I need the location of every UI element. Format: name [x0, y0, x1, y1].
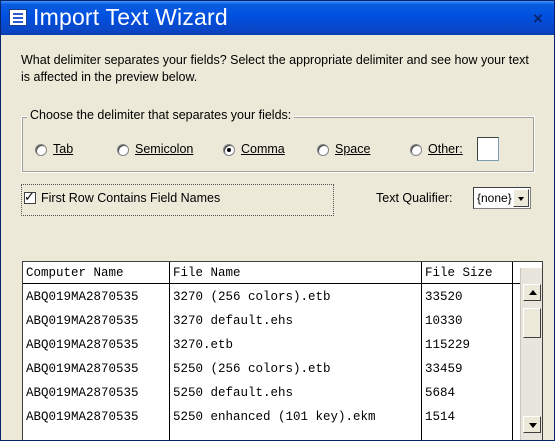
- radio-semicolon-indicator: [117, 144, 129, 156]
- column-header-file-name[interactable]: File Name: [170, 262, 422, 284]
- text-qualifier-value: {none}: [477, 191, 512, 205]
- column-divider[interactable]: [512, 262, 513, 440]
- cell-file-name: 5250 (256 colors).etb: [173, 362, 331, 376]
- first-row-field-names-checkbox[interactable]: ✓: [24, 189, 36, 204]
- arrow-down-icon: [529, 423, 537, 428]
- preview-header-row: Computer Name File Name File Size: [23, 262, 520, 284]
- radio-semicolon-label: Semicolon: [135, 142, 194, 156]
- radio-other-indicator: [410, 144, 422, 156]
- column-header-computer-name[interactable]: Computer Name: [23, 262, 170, 284]
- cell-file-name: 3270 default.ehs: [173, 314, 294, 328]
- cell-computer-name: ABQ019MA2870535: [26, 338, 139, 352]
- cell-file-size: 33459: [425, 362, 463, 376]
- scroll-up-button[interactable]: [523, 284, 541, 301]
- arrow-up-icon: [529, 290, 537, 295]
- cell-file-size: 5684: [425, 386, 456, 400]
- cell-computer-name: ABQ019MA2870535: [26, 290, 139, 304]
- radio-space-indicator: [317, 144, 329, 156]
- close-button[interactable]: ×: [530, 10, 546, 27]
- radio-other-label: Other:: [428, 142, 463, 156]
- radio-comma-label: Comma: [241, 142, 285, 156]
- title-bar[interactable]: Import Text Wizard ×: [1, 1, 554, 35]
- cell-file-size: 33520: [425, 290, 463, 304]
- other-delimiter-input[interactable]: [477, 137, 499, 161]
- window-title: Import Text Wizard: [33, 4, 228, 30]
- cell-file-name: 3270.etb: [173, 338, 234, 352]
- cell-file-name: 3270 (256 colors).etb: [173, 290, 331, 304]
- cell-file-size: 1514: [425, 410, 456, 424]
- cell-file-size: 10330: [425, 314, 463, 328]
- cell-computer-name: ABQ019MA2870535: [26, 362, 139, 376]
- radio-comma-indicator: [223, 144, 235, 156]
- data-preview-grid: Computer Name File Name File Size ABQ019…: [22, 261, 543, 440]
- dropdown-arrow-icon[interactable]: [513, 189, 529, 207]
- import-text-wizard-window: Import Text Wizard × What delimiter sepa…: [0, 0, 555, 441]
- scroll-thumb[interactable]: [523, 308, 541, 338]
- preview-vertical-scrollbar[interactable]: [520, 268, 542, 440]
- radio-tab-label: Tab: [53, 142, 74, 156]
- radio-space-label: Space: [335, 142, 371, 156]
- instruction-text: What delimiter separates your fields? Se…: [21, 53, 529, 84]
- cell-computer-name: ABQ019MA2870535: [26, 386, 139, 400]
- wizard-icon: [9, 9, 27, 26]
- cell-file-name: 5250 default.ehs: [173, 386, 294, 400]
- scroll-down-button[interactable]: [523, 416, 541, 433]
- text-qualifier-label: Text Qualifier:: [376, 191, 453, 205]
- column-header-file-size[interactable]: File Size: [422, 262, 520, 284]
- checkmark-icon: ✓: [24, 189, 35, 204]
- radio-tab-indicator: [35, 144, 47, 156]
- cell-file-size: 115229: [425, 338, 471, 352]
- cell-computer-name: ABQ019MA2870535: [26, 410, 139, 424]
- first-row-field-names-label: First Row Contains Field Names: [41, 191, 221, 205]
- delimiter-group-legend: Choose the delimiter that separates your…: [27, 108, 295, 122]
- text-qualifier-dropdown[interactable]: {none}: [473, 187, 531, 209]
- cell-computer-name: ABQ019MA2870535: [26, 314, 139, 328]
- cell-file-name: 5250 enhanced (101 key).ekm: [173, 410, 376, 424]
